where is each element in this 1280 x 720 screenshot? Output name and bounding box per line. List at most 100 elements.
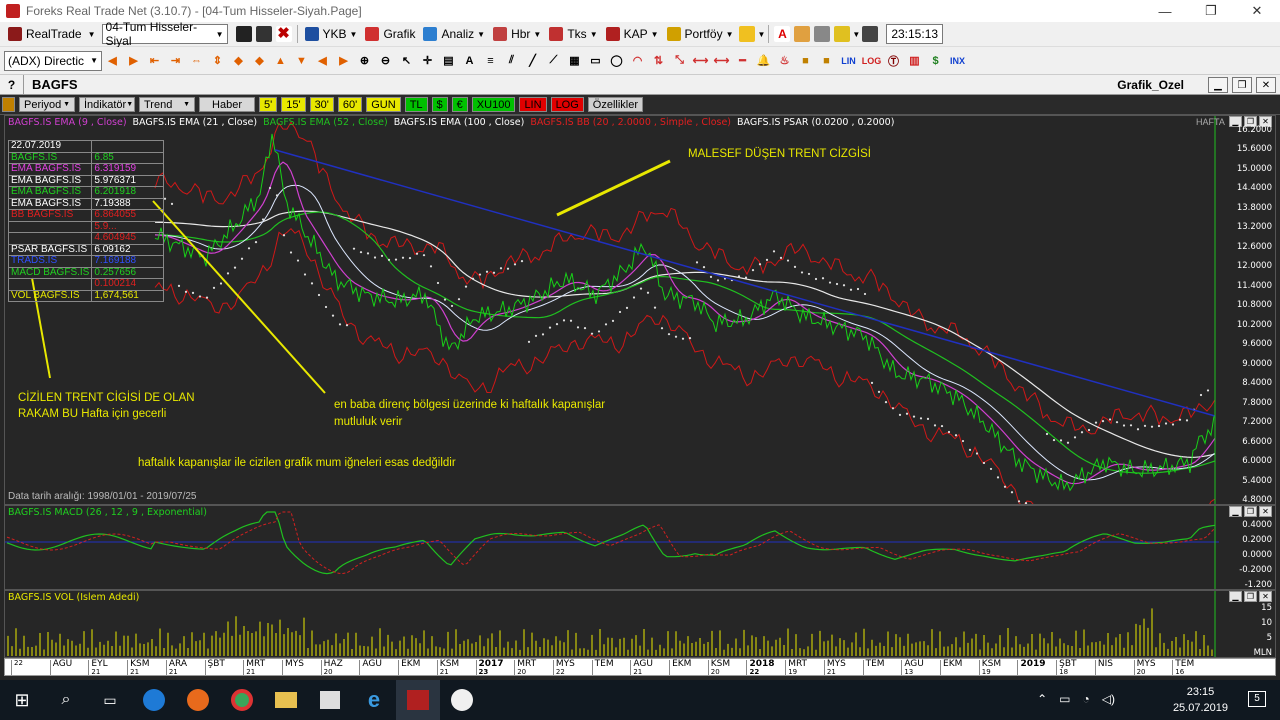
box2-icon[interactable]: ■ — [819, 53, 835, 69]
mdi-minimize-button[interactable]: ▁ — [1208, 77, 1228, 93]
scroll2-icon[interactable]: ▶ — [336, 53, 352, 69]
tools-icon[interactable] — [814, 26, 831, 42]
macd-restore-button[interactable]: ❐ — [1244, 506, 1257, 517]
warning-icon[interactable]: A — [774, 26, 791, 42]
period-15m[interactable]: 15' — [281, 97, 306, 112]
indikator-dropdown[interactable]: İndikatör ▼ — [79, 97, 135, 112]
zoom-out-icon[interactable]: ⊖ — [378, 53, 394, 69]
chart-menu-icon[interactable] — [2, 97, 15, 112]
scale-log[interactable]: LOG — [550, 97, 584, 112]
currency-eur[interactable]: € — [451, 97, 468, 112]
foreks-task-icon[interactable] — [396, 680, 440, 720]
period-60m[interactable]: 60' — [337, 97, 363, 112]
ie-icon[interactable]: e — [352, 680, 396, 720]
text-icon[interactable]: A — [462, 53, 478, 69]
help-icon[interactable] — [834, 26, 851, 42]
split-left-icon[interactable]: ⇤ — [147, 53, 163, 69]
haber-button[interactable]: Haber — [199, 97, 255, 112]
hline-icon[interactable]: ⟷ — [693, 53, 709, 69]
arrow-right-icon[interactable]: ▶ — [126, 53, 142, 69]
vol-min-button[interactable]: ▁ — [1229, 591, 1242, 602]
cursor-icon[interactable]: ↖ — [399, 53, 415, 69]
split-right-icon[interactable]: ⇥ — [168, 53, 184, 69]
move-right-icon[interactable]: ◆ — [252, 53, 268, 69]
tray-battery-icon[interactable]: ▭ — [1059, 692, 1070, 706]
trade-icon[interactable]: Ⓣ — [886, 53, 902, 69]
period-30m[interactable]: 30' — [309, 97, 334, 112]
channel-icon[interactable]: ⫽ — [504, 53, 520, 69]
save-as-icon[interactable] — [255, 26, 272, 42]
scale-lin[interactable]: LIN — [519, 97, 547, 112]
shrink-icon[interactable]: ⇕ — [210, 53, 226, 69]
period-gun[interactable]: GUN — [366, 97, 401, 112]
bell-icon[interactable]: 🔔 — [756, 53, 772, 69]
tray-volume-icon[interactable]: ◁) — [1102, 692, 1115, 706]
paint-icon[interactable] — [440, 680, 484, 720]
crosshair-icon[interactable]: ✛ — [420, 53, 436, 69]
close-button[interactable]: ✕ — [1234, 0, 1280, 22]
period-5m[interactable]: 5' — [259, 97, 278, 112]
page-select[interactable]: 04-Tum Hisseler-Siyal ▼ — [101, 20, 228, 48]
grafik-button[interactable]: Grafik — [361, 24, 419, 45]
ozellikler-button[interactable]: Özellikler — [587, 97, 644, 112]
save-icon[interactable] — [235, 26, 252, 42]
settings-icon[interactable] — [862, 26, 879, 42]
move-down-icon[interactable]: ▼ — [294, 53, 310, 69]
move-up-icon[interactable]: ▲ — [273, 53, 289, 69]
hbr-button[interactable]: Hbr ▼ — [489, 24, 545, 45]
stats-icon[interactable]: ▥ — [907, 53, 923, 69]
tray-chevron-icon[interactable]: ⌃ — [1037, 692, 1047, 706]
delete-icon[interactable]: ✖ — [275, 26, 292, 42]
time-axis[interactable]: 22 AGU EYL 21 KSM 21 ARA 21 ŞBT MRT 21 MYS HAZ 20 AGU E… — [4, 658, 1276, 676]
minimize-button[interactable]: — — [1142, 0, 1188, 22]
help-button[interactable]: ? — [0, 74, 24, 95]
hline2-icon[interactable]: ⟷ — [714, 53, 730, 69]
move-left-icon[interactable]: ◆ — [231, 53, 247, 69]
maximize-button[interactable]: ❐ — [1188, 0, 1234, 22]
macd-close-button[interactable]: ✕ — [1259, 506, 1272, 517]
inx-button[interactable]: INX — [949, 53, 967, 69]
diagonal-arrow-icon[interactable]: ⤡ — [672, 53, 688, 69]
hline3-icon[interactable]: ━ — [735, 53, 751, 69]
tks-button[interactable]: Tks ▼ — [545, 24, 601, 45]
portfoy-button[interactable]: Portföy ▼ — [663, 24, 738, 45]
alarm-icon[interactable] — [739, 26, 756, 42]
lin-button[interactable]: LIN — [840, 53, 858, 69]
periyod-dropdown[interactable]: Periyod ▼ — [19, 97, 75, 112]
expand-icon[interactable]: ⇔ — [189, 53, 205, 69]
edge-icon[interactable] — [132, 680, 176, 720]
currency-usd[interactable]: $ — [431, 97, 448, 112]
note-icon[interactable]: ▤ — [441, 53, 457, 69]
task-view-icon[interactable]: ▭ — [88, 680, 132, 720]
pen-icon[interactable] — [794, 26, 811, 42]
mdi-close-button[interactable]: ✕ — [1256, 77, 1276, 93]
search-icon[interactable]: ⌕ — [44, 680, 88, 720]
arc-icon[interactable]: ◠ — [630, 53, 646, 69]
arrow-left-icon[interactable]: ◀ — [105, 53, 121, 69]
ellipse-icon[interactable]: ◯ — [609, 53, 625, 69]
analiz-button[interactable]: Analiz ▼ — [419, 24, 489, 45]
scroll-icon[interactable]: ◀ — [315, 53, 331, 69]
chrome-icon[interactable] — [220, 680, 264, 720]
indicator-select[interactable]: (ADX) Directic ▼ — [4, 50, 102, 71]
mdi-restore-button[interactable]: ❐ — [1232, 77, 1252, 93]
vol-close-button[interactable]: ✕ — [1259, 591, 1272, 602]
macd-min-button[interactable]: ▁ — [1229, 506, 1242, 517]
money-icon[interactable]: $ — [928, 53, 944, 69]
currency-tl[interactable]: TL — [404, 97, 428, 112]
start-button[interactable]: ⊞ — [0, 680, 44, 720]
notification-icon[interactable]: 5 — [1248, 691, 1266, 707]
rect-icon[interactable]: ▭ — [588, 53, 604, 69]
vol-restore-button[interactable]: ❐ — [1244, 591, 1257, 602]
fib-icon[interactable]: ≡ — [483, 53, 499, 69]
kap-button[interactable]: KAP ▼ — [602, 24, 663, 45]
updown-arrow-icon[interactable]: ⇅ — [651, 53, 667, 69]
line-icon[interactable]: ╱ — [525, 53, 541, 69]
zoom-in-icon[interactable]: ⊕ — [357, 53, 373, 69]
ray-icon[interactable]: ⟋ — [546, 53, 562, 69]
fire-icon[interactable]: ♨ — [777, 53, 793, 69]
grid-icon[interactable]: ▦ — [567, 53, 583, 69]
firefox-icon[interactable] — [176, 680, 220, 720]
store-icon[interactable] — [308, 680, 352, 720]
ykb-button[interactable]: YKB ▼ — [301, 24, 362, 45]
